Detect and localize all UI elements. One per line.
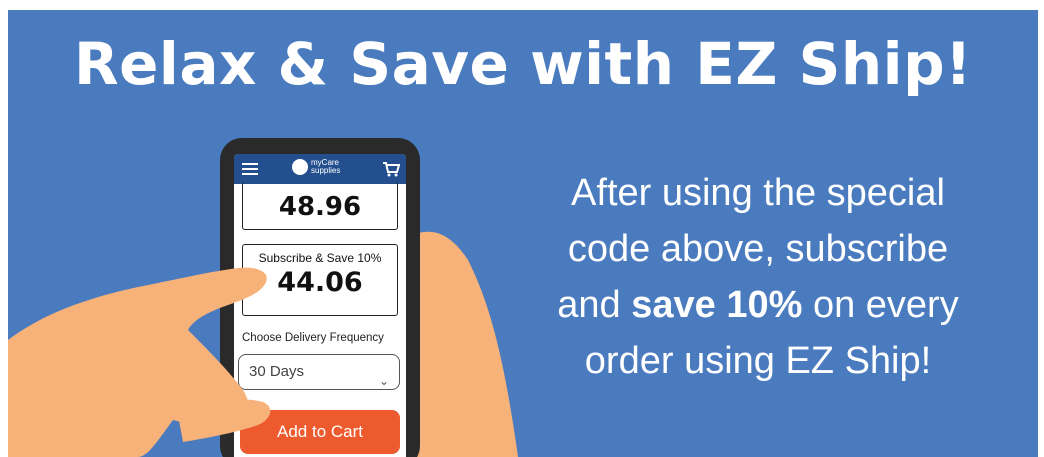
add-to-cart-button[interactable]: Add to Cart (240, 410, 400, 454)
logo-mark-icon (292, 159, 308, 175)
mycare-logo[interactable]: myCare supplies (292, 159, 340, 175)
subscribe-save-label: Subscribe & Save 10% (258, 251, 382, 265)
hamburger-menu-icon[interactable] (242, 163, 258, 175)
phone-screen: myCare supplies 48.96 Subscribe & Save 1… (234, 154, 406, 457)
regular-price: 48.96 (242, 182, 398, 230)
shopping-cart-icon[interactable] (382, 161, 400, 177)
smartphone: myCare supplies 48.96 Subscribe & Save 1… (220, 138, 420, 457)
delivery-frequency-select[interactable]: 30 Days ⌄ (238, 354, 400, 390)
app-header: myCare supplies (234, 154, 406, 184)
delivery-frequency-label: Choose Delivery Frequency (242, 332, 384, 344)
chevron-down-icon: ⌄ (378, 374, 389, 388)
subscribe-price: 44.06 (277, 267, 363, 298)
frequency-value: 30 Days (249, 363, 305, 380)
promo-banner: Relax & Save with EZ Ship! After using t… (8, 10, 1038, 457)
hands-illustration (382, 231, 518, 457)
subscribe-price-option[interactable]: Subscribe & Save 10% 44.06 (242, 244, 398, 316)
logo-line-2: supplies (311, 166, 341, 175)
